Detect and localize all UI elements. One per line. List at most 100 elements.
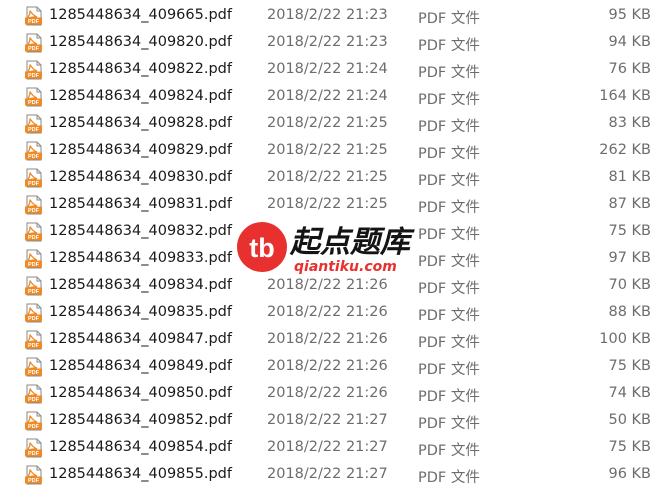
file-type: PDF 文件 <box>418 281 480 297</box>
file-name[interactable]: 1285448634_409833.pdf <box>49 250 232 266</box>
file-type: PDF 文件 <box>418 200 480 216</box>
file-modified: 2018/2/22 21:27 <box>267 412 388 428</box>
file-row[interactable]: PDF 1285448634_409820.pdf 2018/2/22 21:2… <box>0 30 666 57</box>
file-type: PDF 文件 <box>418 38 480 54</box>
pdf-file-icon: PDF <box>25 465 42 485</box>
file-name[interactable]: 1285448634_409855.pdf <box>49 466 232 482</box>
file-name[interactable]: 1285448634_409834.pdf <box>49 277 232 293</box>
svg-text:PDF: PDF <box>28 343 40 349</box>
pdf-file-icon: PDF <box>25 303 42 323</box>
svg-text:PDF: PDF <box>28 154 40 160</box>
file-modified: 2018/2/22 21:25 <box>267 142 388 158</box>
svg-text:PDF: PDF <box>28 397 40 403</box>
watermark-logo: tb 起点题库 qiantiku.com <box>234 219 444 279</box>
file-name[interactable]: 1285448634_409830.pdf <box>49 169 232 185</box>
svg-text:PDF: PDF <box>28 235 40 241</box>
file-modified: 2018/2/22 21:26 <box>267 304 388 320</box>
pdf-file-icon: PDF <box>25 141 42 161</box>
file-type: PDF 文件 <box>418 65 480 81</box>
file-modified: 2018/2/22 21:25 <box>267 169 388 185</box>
file-name[interactable]: 1285448634_409822.pdf <box>49 61 232 77</box>
file-name[interactable]: 1285448634_409824.pdf <box>49 88 232 104</box>
file-size: 88 KB <box>608 304 651 320</box>
pdf-file-icon: PDF <box>25 168 42 188</box>
file-type: PDF 文件 <box>418 335 480 351</box>
file-row[interactable]: PDF 1285448634_409665.pdf 2018/2/22 21:2… <box>0 3 666 30</box>
file-name[interactable]: 1285448634_409831.pdf <box>49 196 232 212</box>
svg-text:PDF: PDF <box>28 478 40 484</box>
file-name[interactable]: 1285448634_409832.pdf <box>49 223 232 239</box>
file-modified: 2018/2/22 21:25 <box>267 115 388 131</box>
file-size: 75 KB <box>608 358 651 374</box>
file-row[interactable]: PDF 1285448634_409828.pdf 2018/2/22 21:2… <box>0 111 666 138</box>
file-type: PDF 文件 <box>418 119 480 135</box>
svg-text:PDF: PDF <box>28 100 40 106</box>
svg-text:PDF: PDF <box>28 424 40 430</box>
svg-text:PDF: PDF <box>28 451 40 457</box>
pdf-file-icon: PDF <box>25 330 42 350</box>
file-name[interactable]: 1285448634_409835.pdf <box>49 304 232 320</box>
file-name[interactable]: 1285448634_409820.pdf <box>49 34 232 50</box>
file-name[interactable]: 1285448634_409854.pdf <box>49 439 232 455</box>
pdf-file-icon: PDF <box>25 114 42 134</box>
file-modified: 2018/2/22 21:26 <box>267 331 388 347</box>
svg-text:PDF: PDF <box>28 181 40 187</box>
svg-text:PDF: PDF <box>28 73 40 79</box>
file-size: 74 KB <box>608 385 651 401</box>
file-name[interactable]: 1285448634_409828.pdf <box>49 115 232 131</box>
file-name[interactable]: 1285448634_409852.pdf <box>49 412 232 428</box>
file-modified: 2018/2/22 21:26 <box>267 385 388 401</box>
file-modified: 2018/2/22 21:26 <box>267 358 388 374</box>
pdf-file-icon: PDF <box>25 87 42 107</box>
file-size: 76 KB <box>608 61 651 77</box>
file-modified: 2018/2/22 21:25 <box>267 196 388 212</box>
file-row[interactable]: PDF 1285448634_409829.pdf 2018/2/22 21:2… <box>0 138 666 165</box>
pdf-file-icon: PDF <box>25 249 42 269</box>
file-row[interactable]: PDF 1285448634_409847.pdf 2018/2/22 21:2… <box>0 327 666 354</box>
watermark-brand-url: qiantiku.com <box>294 259 397 275</box>
pdf-file-icon: PDF <box>25 357 42 377</box>
file-size: 100 KB <box>599 331 651 347</box>
file-row[interactable]: PDF 1285448634_409854.pdf 2018/2/22 21:2… <box>0 435 666 462</box>
file-name[interactable]: 1285448634_409847.pdf <box>49 331 232 347</box>
file-modified: 2018/2/22 21:23 <box>267 7 388 23</box>
file-size: 75 KB <box>608 439 651 455</box>
file-size: 95 KB <box>608 7 651 23</box>
file-modified: 2018/2/22 21:27 <box>267 439 388 455</box>
file-row[interactable]: PDF 1285448634_409824.pdf 2018/2/22 21:2… <box>0 84 666 111</box>
file-size: 262 KB <box>599 142 651 158</box>
file-size: 94 KB <box>608 34 651 50</box>
file-size: 50 KB <box>608 412 651 428</box>
file-modified: 2018/2/22 21:26 <box>267 277 388 293</box>
file-size: 81 KB <box>608 169 651 185</box>
pdf-file-icon: PDF <box>25 276 42 296</box>
file-name[interactable]: 1285448634_409850.pdf <box>49 385 232 401</box>
file-row[interactable]: PDF 1285448634_409822.pdf 2018/2/22 21:2… <box>0 57 666 84</box>
file-row[interactable]: PDF 1285448634_409835.pdf 2018/2/22 21:2… <box>0 300 666 327</box>
file-type: PDF 文件 <box>418 173 480 189</box>
file-row[interactable]: PDF 1285448634_409849.pdf 2018/2/22 21:2… <box>0 354 666 381</box>
file-row[interactable]: PDF 1285448634_409855.pdf 2018/2/22 21:2… <box>0 462 666 489</box>
file-name[interactable]: 1285448634_409829.pdf <box>49 142 232 158</box>
file-type: PDF 文件 <box>418 443 480 459</box>
file-size: 87 KB <box>608 196 651 212</box>
pdf-file-icon: PDF <box>25 6 42 26</box>
file-row[interactable]: PDF 1285448634_409831.pdf 2018/2/22 21:2… <box>0 192 666 219</box>
svg-text:PDF: PDF <box>28 289 40 295</box>
pdf-file-icon: PDF <box>25 438 42 458</box>
svg-text:PDF: PDF <box>28 19 40 25</box>
file-name[interactable]: 1285448634_409665.pdf <box>49 7 232 23</box>
file-name[interactable]: 1285448634_409849.pdf <box>49 358 232 374</box>
file-type: PDF 文件 <box>418 11 480 27</box>
svg-text:PDF: PDF <box>28 127 40 133</box>
pdf-file-icon: PDF <box>25 33 42 53</box>
file-size: 70 KB <box>608 277 651 293</box>
pdf-file-icon: PDF <box>25 195 42 215</box>
file-type: PDF 文件 <box>418 308 480 324</box>
file-modified: 2018/2/22 21:24 <box>267 88 388 104</box>
pdf-file-icon: PDF <box>25 384 42 404</box>
file-row[interactable]: PDF 1285448634_409852.pdf 2018/2/22 21:2… <box>0 408 666 435</box>
svg-text:PDF: PDF <box>28 208 40 214</box>
file-row[interactable]: PDF 1285448634_409850.pdf 2018/2/22 21:2… <box>0 381 666 408</box>
file-row[interactable]: PDF 1285448634_409830.pdf 2018/2/22 21:2… <box>0 165 666 192</box>
